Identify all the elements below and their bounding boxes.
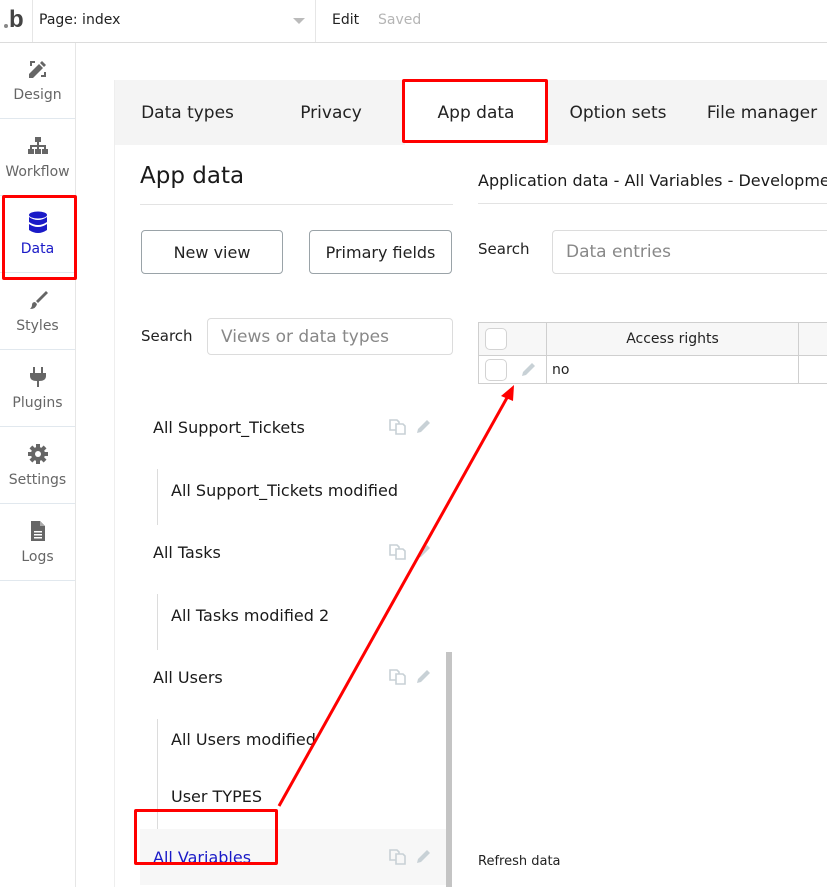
pencil-icon[interactable]: [414, 418, 432, 436]
view-item-all-users[interactable]: All Users: [140, 649, 446, 705]
save-status: Saved: [378, 12, 422, 28]
pencil-icon[interactable]: [414, 668, 432, 686]
views-column: App data New view Primary fields Search …: [140, 145, 454, 887]
cell-empty: [798, 356, 827, 383]
chevron-down-icon: [293, 18, 305, 24]
view-item-label: All Users: [153, 667, 223, 687]
views-scrollbar[interactable]: [446, 652, 452, 887]
view-item-label: All Tasks: [153, 542, 221, 562]
table-row: no: [478, 355, 827, 384]
tab-data-types[interactable]: Data types: [115, 80, 260, 145]
divider: [140, 204, 453, 205]
database-icon: [26, 211, 50, 235]
application-data-title: Application data - All Variables - Devel…: [478, 171, 827, 190]
view-actions: [388, 418, 432, 436]
new-view-button[interactable]: New view: [141, 230, 283, 274]
view-actions: [388, 668, 432, 686]
plug-icon: [26, 365, 50, 389]
view-item-all-tasks[interactable]: All Tasks: [140, 524, 446, 580]
view-item-user-types[interactable]: User TYPES: [140, 768, 446, 824]
copy-icon[interactable]: [388, 418, 408, 436]
view-item-all-support-tickets[interactable]: All Support_Tickets: [140, 399, 446, 455]
table-header-row: Access rights: [478, 322, 827, 355]
tab-privacy[interactable]: Privacy: [260, 80, 402, 145]
column-header-access-rights[interactable]: Access rights: [546, 323, 798, 355]
column-header-empty: [798, 323, 827, 355]
view-item-label: User TYPES: [171, 786, 263, 806]
sidebar-item-label: Plugins: [12, 395, 63, 411]
view-item-label: All Variables: [153, 847, 252, 867]
divider: [478, 203, 827, 204]
pencil-icon[interactable]: [519, 361, 537, 379]
top-bar: b Page: index Edit Saved: [0, 0, 827, 43]
sidebar-item-plugins[interactable]: Plugins: [0, 351, 75, 427]
sidebar-item-workflow[interactable]: Workflow: [0, 120, 75, 196]
views-list: All Support_Tickets All Support_Tickets …: [140, 418, 454, 887]
sidebar-item-settings[interactable]: Settings: [0, 428, 75, 504]
data-entries-column: Application data - All Variables - Devel…: [478, 145, 827, 887]
view-item-all-tasks-modified-2[interactable]: All Tasks modified 2: [140, 587, 446, 643]
tab-file-manager[interactable]: File manager: [687, 80, 827, 145]
cell-access-rights[interactable]: no: [546, 356, 798, 383]
view-actions: [388, 543, 432, 561]
sidebar-item-data[interactable]: Data: [0, 197, 75, 273]
logo-dot: [4, 24, 8, 28]
sidebar-nav: Design Workflow Data Styles Plugins Sett…: [0, 43, 76, 887]
tab-option-sets[interactable]: Option sets: [549, 80, 687, 145]
data-panel: Data types Privacy App data Option sets …: [114, 80, 827, 887]
view-item-label: All Support_Tickets: [153, 417, 305, 437]
page-title: App data: [140, 163, 245, 189]
view-actions: [388, 848, 432, 866]
entries-search-input[interactable]: Data entries: [552, 230, 827, 274]
pencil-icon[interactable]: [414, 543, 432, 561]
sidebar-item-styles[interactable]: Styles: [0, 274, 75, 350]
pencil-icon[interactable]: [414, 848, 432, 866]
refresh-data-link[interactable]: Refresh data: [478, 854, 561, 869]
views-search-label: Search: [141, 327, 193, 345]
sidebar-item-label: Design: [13, 87, 62, 103]
select-all-cell: [478, 323, 546, 355]
design-icon: [26, 57, 50, 81]
workflow-icon: [26, 134, 50, 158]
view-item-all-support-tickets-modified[interactable]: All Support_Tickets modified: [140, 462, 446, 518]
sidebar-item-logs[interactable]: Logs: [0, 505, 75, 581]
sidebar-item-label: Styles: [16, 318, 59, 334]
sidebar-item-label: Logs: [21, 549, 54, 565]
views-search-input[interactable]: Views or data types: [207, 318, 453, 355]
data-tabs: Data types Privacy App data Option sets …: [115, 80, 827, 145]
document-icon: [26, 519, 50, 543]
view-item-label: All Users modified: [171, 729, 316, 749]
entries-search-label: Search: [478, 240, 530, 258]
row-checkbox[interactable]: [485, 358, 507, 381]
row-select-cell: [478, 356, 546, 383]
gear-icon: [26, 442, 50, 466]
edit-menu[interactable]: Edit: [332, 12, 359, 28]
copy-icon[interactable]: [388, 848, 408, 866]
tab-app-data[interactable]: App data: [405, 80, 547, 145]
view-item-label: All Tasks modified 2: [171, 605, 330, 625]
page-selector[interactable]: Page: index: [33, 0, 316, 42]
sidebar-item-label: Workflow: [5, 164, 70, 180]
page-selector-label: Page: index: [39, 12, 121, 28]
view-item-all-users-modified[interactable]: All Users modified: [140, 711, 446, 767]
sidebar-item-label: Settings: [8, 472, 67, 488]
brush-icon: [26, 288, 50, 312]
bubble-logo[interactable]: b: [0, 0, 33, 42]
sidebar-item-design[interactable]: Design: [0, 43, 75, 119]
primary-fields-button[interactable]: Primary fields: [309, 230, 452, 274]
select-all-checkbox[interactable]: [485, 328, 507, 350]
sidebar-item-label: Data: [20, 241, 55, 257]
view-item-all-variables[interactable]: All Variables: [140, 829, 446, 885]
copy-icon[interactable]: [388, 668, 408, 686]
copy-icon[interactable]: [388, 543, 408, 561]
view-item-label: All Support_Tickets modified: [171, 480, 398, 500]
logo-letter: b: [9, 6, 24, 33]
